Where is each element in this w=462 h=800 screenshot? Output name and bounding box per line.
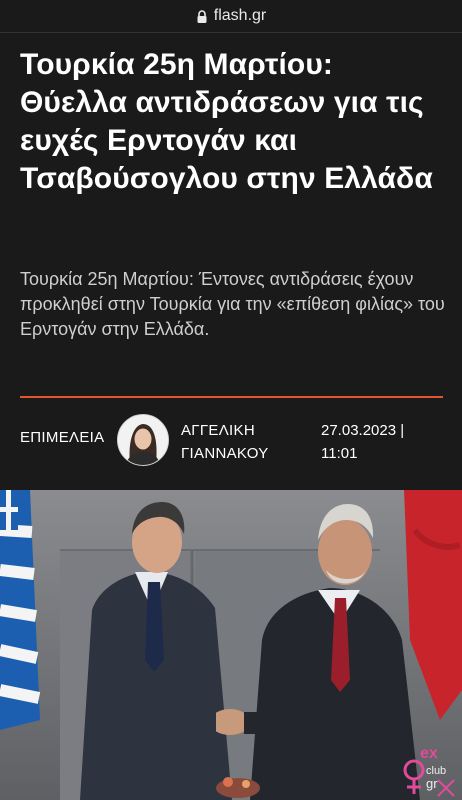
watermark-logo: ex club gr [403,745,455,797]
article-subtitle: Τουρκία 25η Μαρτίου: Έντονες αντιδράσεις… [20,269,445,339]
publish-time: 11:01 [321,445,358,462]
byline-label: ΕΠΙΜΕΛΕΙΑ [20,429,105,446]
author-first-name: ΑΓΓΕΛΙΚΗ [181,422,255,439]
address-bar[interactable]: flash.gr [0,0,462,32]
url-text: flash.gr [213,7,267,24]
author-last-name: ΓΙΑΝΝΑΚΟΥ [181,445,269,462]
article-headline: Τουρκία 25η Μαρτίου: Θύελλα αντιδράσεων … [20,48,433,195]
author-avatar[interactable] [117,414,169,466]
divider [0,32,462,33]
publish-datetime: 27.03.2023 | 11:01 [321,419,404,465]
article-photo[interactable]: ex club gr [0,490,462,800]
lock-icon [196,10,208,23]
accent-divider [20,396,443,398]
photo-illustration [0,490,462,800]
svg-text:ex: ex [420,745,438,762]
author-name[interactable]: ΑΓΓΕΛΙΚΗ ΓΙΑΝΝΑΚΟΥ [181,419,269,465]
publish-date: 27.03.2023 | [321,422,405,439]
svg-text:gr: gr [426,776,438,791]
